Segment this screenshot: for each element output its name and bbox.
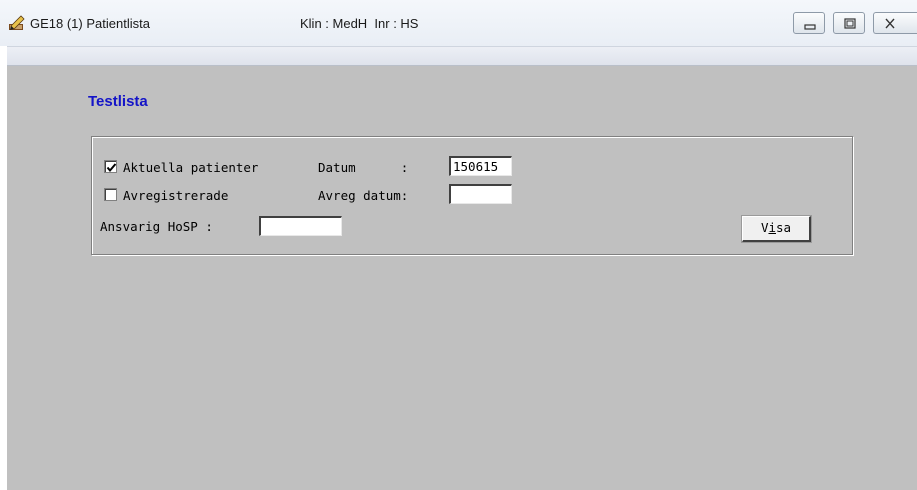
avreg-datum-label: Avreg datum: [318, 188, 409, 203]
menu-strip [7, 46, 917, 66]
title-bar: GE18 (1) Patientlista Klin : MedH Inr : … [0, 0, 917, 46]
window-subtitle: Klin : MedH Inr : HS [300, 16, 419, 31]
datum-label: Datum : [318, 160, 409, 175]
form-heading: Testlista [88, 93, 148, 110]
window-frame-left [0, 46, 7, 490]
visa-label-post: sa [776, 220, 792, 235]
window-title: GE18 (1) Patientlista [30, 16, 150, 31]
ansvarig-field[interactable] [259, 216, 342, 236]
minimize-button[interactable] [793, 12, 825, 34]
restore-button[interactable] [833, 12, 865, 34]
minimize-icon [804, 24, 816, 30]
close-button[interactable] [873, 12, 917, 34]
avregistrerade-label: Avregistrerade [123, 188, 229, 203]
aktuella-label: Aktuella patienter [123, 160, 259, 175]
restore-icon [844, 18, 856, 29]
checkmark-icon [106, 163, 117, 173]
visa-button[interactable]: Visa [741, 215, 812, 243]
client-area: Testlista Aktuella patienter Datum : 150… [7, 66, 917, 490]
visa-label-accel: i [768, 220, 776, 235]
datum-field[interactable]: 150615 [449, 156, 512, 176]
avregistrerade-checkbox[interactable] [104, 188, 117, 201]
close-icon [885, 18, 895, 29]
ansvarig-label: Ansvarig HoSP : [100, 219, 213, 234]
filter-groupbox: Aktuella patienter Datum : 150615 Avregi… [91, 136, 853, 255]
avreg-datum-field[interactable] [449, 184, 512, 204]
pen-edit-icon[interactable] [8, 14, 26, 32]
aktuella-checkbox[interactable] [104, 160, 117, 173]
